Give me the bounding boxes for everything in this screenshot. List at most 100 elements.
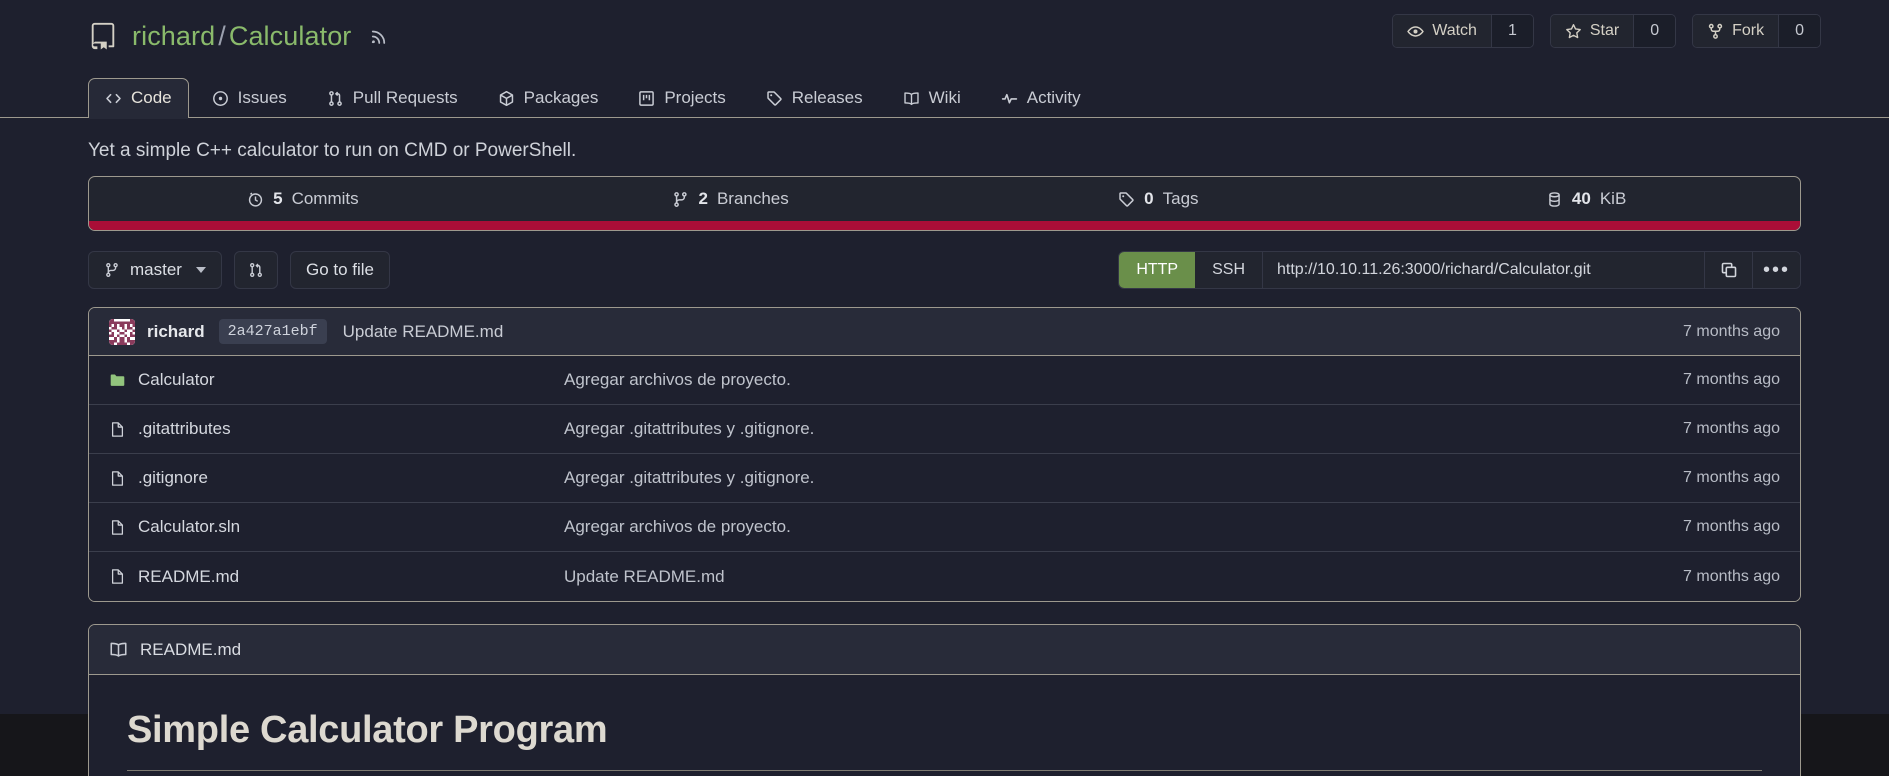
tab-projects-label: Projects (664, 88, 726, 107)
file-commit-message[interactable]: Agregar .gitattributes y .gitignore. (564, 468, 1683, 488)
tab-activity[interactable]: Activity (984, 78, 1098, 118)
tab-packages[interactable]: Packages (481, 78, 616, 118)
chevron-down-icon (195, 267, 206, 273)
go-to-file-button[interactable]: Go to file (289, 251, 391, 289)
tab-pull-requests[interactable]: Pull Requests (310, 78, 475, 118)
pull-request-icon (248, 262, 264, 278)
database-icon (1546, 191, 1563, 208)
repo-title-group: richard / Calculator (88, 21, 389, 52)
repository-page: richard / Calculator Watch 1 Star 0 Fork… (0, 0, 1889, 776)
file-commit-message[interactable]: Update README.md (564, 567, 1683, 587)
fork-button[interactable]: Fork (1693, 15, 1779, 47)
star-label: Star (1589, 22, 1620, 39)
stat-branches-value: 2 (698, 189, 708, 208)
stat-branches[interactable]: 2 Branches (517, 177, 945, 221)
table-row[interactable]: Calculator.sln Agregar archivos de proye… (89, 503, 1800, 552)
commit-time: 7 months ago (1683, 322, 1780, 340)
tag-icon (766, 90, 783, 107)
tab-issues[interactable]: Issues (195, 78, 304, 118)
file-name-cell[interactable]: Calculator.sln (109, 517, 564, 537)
repo-owner-link[interactable]: richard (132, 21, 215, 51)
file-icon (109, 518, 126, 537)
stat-tags[interactable]: 0 Tags (945, 177, 1373, 221)
file-time: 7 months ago (1683, 567, 1780, 585)
compare-branches-button[interactable] (233, 251, 278, 289)
file-time: 7 months ago (1683, 469, 1780, 486)
commit-sha[interactable]: 2a427a1ebf (218, 319, 327, 344)
file-name-cell[interactable]: .gitattributes (109, 419, 564, 439)
file-commit-message[interactable]: Agregar archivos de proyecto. (564, 370, 1683, 390)
file-time: 7 months ago (1683, 371, 1780, 388)
tab-releases[interactable]: Releases (749, 78, 880, 118)
repo-toolbar: master Go to file HTTP SSH http://10.10.… (88, 251, 1801, 289)
clock-icon (247, 191, 264, 208)
clone-more-button[interactable]: ••• (1752, 252, 1800, 288)
file-name-label: Calculator (138, 370, 215, 389)
ellipsis-icon: ••• (1762, 259, 1790, 281)
pulse-icon (1001, 90, 1018, 107)
stat-commits[interactable]: 5 Commits (89, 177, 517, 221)
tab-wiki-label: Wiki (928, 88, 961, 107)
readme-body: Simple Calculator Program (89, 675, 1800, 776)
stat-size-value: 40 (1571, 189, 1591, 208)
fork-button-group[interactable]: Fork 0 (1692, 14, 1821, 48)
repo-header: richard / Calculator Watch 1 Star 0 Fork… (0, 0, 1889, 72)
file-time: 7 months ago (1683, 420, 1780, 437)
page-title: richard / Calculator (132, 21, 351, 52)
language-bar (89, 221, 1800, 230)
file-name-cell[interactable]: README.md (109, 567, 564, 587)
watch-button[interactable]: Watch (1393, 15, 1491, 47)
tab-wiki[interactable]: Wiki (886, 78, 978, 118)
stat-commits-label: Commits (291, 189, 359, 208)
repo-nav-tabs: Code Issues Pull Requests Packages Proje… (0, 72, 1889, 119)
clone-url-input[interactable]: http://10.10.11.26:3000/richard/Calculat… (1262, 252, 1704, 288)
clone-box: HTTP SSH http://10.10.11.26:3000/richard… (1118, 251, 1801, 289)
fork-icon (1707, 23, 1724, 40)
rss-icon[interactable] (365, 26, 389, 46)
pull-request-icon (327, 90, 344, 107)
branch-selector[interactable]: master (88, 251, 222, 289)
repo-name-link[interactable]: Calculator (229, 21, 352, 51)
file-name-label: README.md (138, 566, 240, 586)
stat-commits-value: 5 (273, 189, 283, 208)
avatar[interactable] (109, 318, 135, 345)
file-icon (109, 567, 126, 586)
table-row[interactable]: .gitignore Agregar .gitattributes y .git… (89, 454, 1800, 503)
tab-code[interactable]: Code (88, 78, 189, 119)
fork-count[interactable]: 0 (1778, 15, 1820, 47)
book-icon (903, 90, 920, 107)
watch-button-group[interactable]: Watch 1 (1392, 14, 1534, 48)
clone-protocol-http[interactable]: HTTP (1119, 252, 1196, 288)
file-time: 7 months ago (1683, 518, 1780, 535)
commit-author[interactable]: richard (147, 322, 205, 342)
tab-projects[interactable]: Projects (621, 78, 742, 118)
tab-activity-label: Activity (1026, 88, 1081, 107)
projects-icon (638, 90, 655, 107)
go-to-file-label: Go to file (305, 260, 375, 279)
folder-icon (109, 371, 126, 390)
file-name-cell[interactable]: Calculator (109, 370, 564, 390)
branch-selector-label: master (130, 260, 182, 279)
file-commit-message[interactable]: Agregar archivos de proyecto. (564, 517, 1683, 537)
table-row[interactable]: Calculator Agregar archivos de proyecto.… (89, 356, 1800, 405)
table-row[interactable]: .gitattributes Agregar .gitattributes y … (89, 405, 1800, 454)
issue-icon (212, 90, 229, 107)
file-name-label: .gitignore (138, 468, 208, 487)
file-name-cell[interactable]: .gitignore (109, 468, 564, 488)
commit-message[interactable]: Update README.md (343, 322, 504, 342)
table-row[interactable]: README.md Update README.md 7 months ago (89, 552, 1800, 601)
repo-stats-card: 5 Commits 2 Branches 0 Tags 40 KiB (88, 176, 1801, 231)
watch-count[interactable]: 1 (1490, 15, 1533, 47)
eye-icon (1407, 23, 1424, 40)
copy-url-button[interactable] (1704, 252, 1752, 288)
star-button-group[interactable]: Star 0 (1549, 14, 1677, 48)
tab-pull-requests-label: Pull Requests (352, 88, 458, 107)
readme-filename: README.md (140, 639, 242, 659)
package-icon (498, 90, 515, 107)
clone-protocol-ssh[interactable]: SSH (1195, 252, 1262, 288)
star-count[interactable]: 0 (1633, 15, 1676, 47)
star-button[interactable]: Star (1550, 15, 1634, 47)
file-commit-message[interactable]: Agregar .gitattributes y .gitignore. (564, 419, 1683, 439)
repo-stats-row: 5 Commits 2 Branches 0 Tags 40 KiB (89, 177, 1800, 221)
readme-heading: Simple Calculator Program (127, 709, 1762, 771)
